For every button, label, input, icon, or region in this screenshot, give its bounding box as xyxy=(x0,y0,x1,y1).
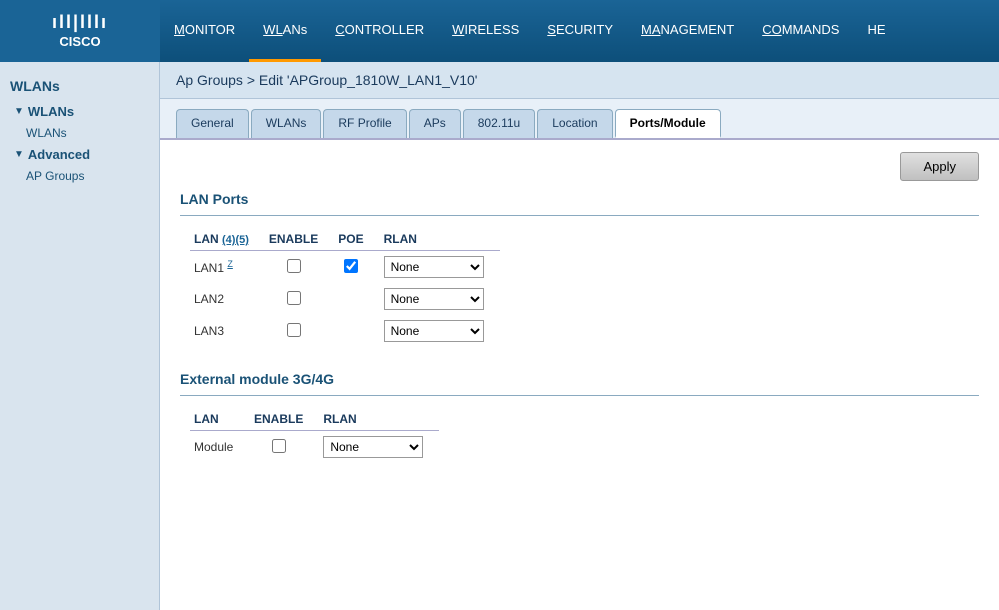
tab-general[interactable]: General xyxy=(176,109,249,138)
lan1-enable-cell xyxy=(265,251,334,284)
lan-ports-heading: LAN Ports xyxy=(180,191,979,207)
sidebar-wlans-title[interactable]: WLANs xyxy=(0,72,159,100)
lan2-label: LAN2 xyxy=(190,283,265,315)
lan2-enable-cell xyxy=(265,283,334,315)
lan1-rlan-select[interactable]: None xyxy=(384,256,484,278)
content-area: Ap Groups > Edit 'APGroup_1810W_LAN1_V10… xyxy=(160,62,999,610)
triangle-icon: ▼ xyxy=(14,106,24,117)
tab-80211u[interactable]: 802.11u xyxy=(463,109,536,138)
external-module-heading: External module 3G/4G xyxy=(180,371,979,387)
sidebar-subsection-advanced[interactable]: ▼ Advanced xyxy=(0,143,159,166)
tab-rf-profile[interactable]: RF Profile xyxy=(323,109,406,138)
cisco-logo-area: ıll|lllı CISCO xyxy=(0,0,160,62)
sidebar-advanced-label: Advanced xyxy=(28,147,90,162)
col-header-enable: ENABLE xyxy=(265,228,334,251)
main-layout: WLANs ▼ WLANs WLANs ▼ Advanced AP Groups… xyxy=(0,62,999,610)
sidebar: WLANs ▼ WLANs WLANs ▼ Advanced AP Groups xyxy=(0,62,160,610)
cisco-logo: ıll|lllı CISCO xyxy=(52,12,108,49)
lan-ports-header-row: LAN (4)(5) ENABLE POE RLAN xyxy=(190,228,500,251)
nav-wlans[interactable]: WLANs xyxy=(249,0,321,62)
lan3-enable-checkbox[interactable] xyxy=(287,323,301,337)
col-header-poe: POE xyxy=(334,228,379,251)
main-nav-menu: MONITOR WLANs CONTROLLER WIRELESS SECURI… xyxy=(160,0,900,62)
col-header-lan: LAN (4)(5) xyxy=(190,228,265,251)
lan-ports-divider xyxy=(180,215,979,216)
table-row: LAN1 Z None xyxy=(190,251,500,284)
sidebar-subsection-wlans[interactable]: ▼ WLANs xyxy=(0,100,159,123)
top-navigation-bar: ıll|lllı CISCO MONITOR WLANs CONTROLLER … xyxy=(0,0,999,62)
lan2-enable-checkbox[interactable] xyxy=(287,291,301,305)
sidebar-wlans-label: WLANs xyxy=(28,104,74,119)
external-module-header-row: LAN ENABLE RLAN xyxy=(190,408,439,431)
nav-wireless[interactable]: WIRELESS xyxy=(438,0,533,62)
cisco-text: CISCO xyxy=(52,34,108,50)
table-row: Module None xyxy=(190,431,439,464)
lan1-label: LAN1 Z xyxy=(190,251,265,284)
nav-commands[interactable]: COMMANDS xyxy=(748,0,853,62)
module-rlan-select[interactable]: None xyxy=(323,436,423,458)
triangle-icon-2: ▼ xyxy=(14,149,24,160)
lan1-enable-checkbox[interactable] xyxy=(287,259,301,273)
module-rlan-cell: None xyxy=(319,431,439,464)
cisco-waves-icon: ıll|lllı xyxy=(52,12,108,34)
lan1-rlan-cell: None xyxy=(380,251,500,284)
tab-aps[interactable]: APs xyxy=(409,109,461,138)
lan-ports-table: LAN (4)(5) ENABLE POE RLAN LAN1 Z xyxy=(190,228,500,347)
ext-col-header-lan: LAN xyxy=(190,408,250,431)
lan3-rlan-cell: None xyxy=(380,315,500,347)
external-module-table: LAN ENABLE RLAN Module None xyxy=(190,408,439,463)
lan3-poe-cell xyxy=(334,315,379,347)
nav-monitor[interactable]: MONITOR xyxy=(160,0,249,62)
tab-location[interactable]: Location xyxy=(537,109,612,138)
lan-footnote-link[interactable]: (4)(5) xyxy=(222,234,249,246)
lan2-rlan-select[interactable]: None xyxy=(384,288,484,310)
sidebar-item-wlans[interactable]: WLANs xyxy=(0,123,159,143)
module-label: Module xyxy=(190,431,250,464)
tabs-bar: General WLANs RF Profile APs 802.11u Loc… xyxy=(160,99,999,140)
tab-ports-module[interactable]: Ports/Module xyxy=(615,109,721,138)
lan3-label: LAN3 xyxy=(190,315,265,347)
lan3-enable-cell xyxy=(265,315,334,347)
apply-button[interactable]: Apply xyxy=(900,152,979,181)
lan2-rlan-cell: None xyxy=(380,283,500,315)
sidebar-item-ap-groups[interactable]: AP Groups xyxy=(0,166,159,186)
apply-area: Apply xyxy=(180,152,979,181)
col-header-rlan: RLAN xyxy=(380,228,500,251)
ext-col-header-rlan: RLAN xyxy=(319,408,439,431)
nav-security[interactable]: SECURITY xyxy=(533,0,627,62)
module-enable-checkbox[interactable] xyxy=(272,439,286,453)
table-row: LAN3 None xyxy=(190,315,500,347)
nav-controller[interactable]: CONTROLLER xyxy=(321,0,438,62)
lan1-poe-cell xyxy=(334,251,379,284)
lan2-poe-cell xyxy=(334,283,379,315)
tab-wlans[interactable]: WLANs xyxy=(251,109,322,138)
ext-col-header-enable: ENABLE xyxy=(250,408,319,431)
module-enable-cell xyxy=(250,431,319,464)
breadcrumb: Ap Groups > Edit 'APGroup_1810W_LAN1_V10… xyxy=(160,62,999,99)
lan3-rlan-select[interactable]: None xyxy=(384,320,484,342)
lan1-poe-checkbox[interactable] xyxy=(344,259,358,273)
nav-help[interactable]: HE xyxy=(853,0,899,62)
nav-management[interactable]: MANAGEMENT xyxy=(627,0,748,62)
lan1-footnote[interactable]: Z xyxy=(227,259,233,269)
body-content: Apply LAN Ports LAN (4)(5) ENABLE POE RL… xyxy=(160,140,999,475)
external-module-divider xyxy=(180,395,979,396)
table-row: LAN2 None xyxy=(190,283,500,315)
